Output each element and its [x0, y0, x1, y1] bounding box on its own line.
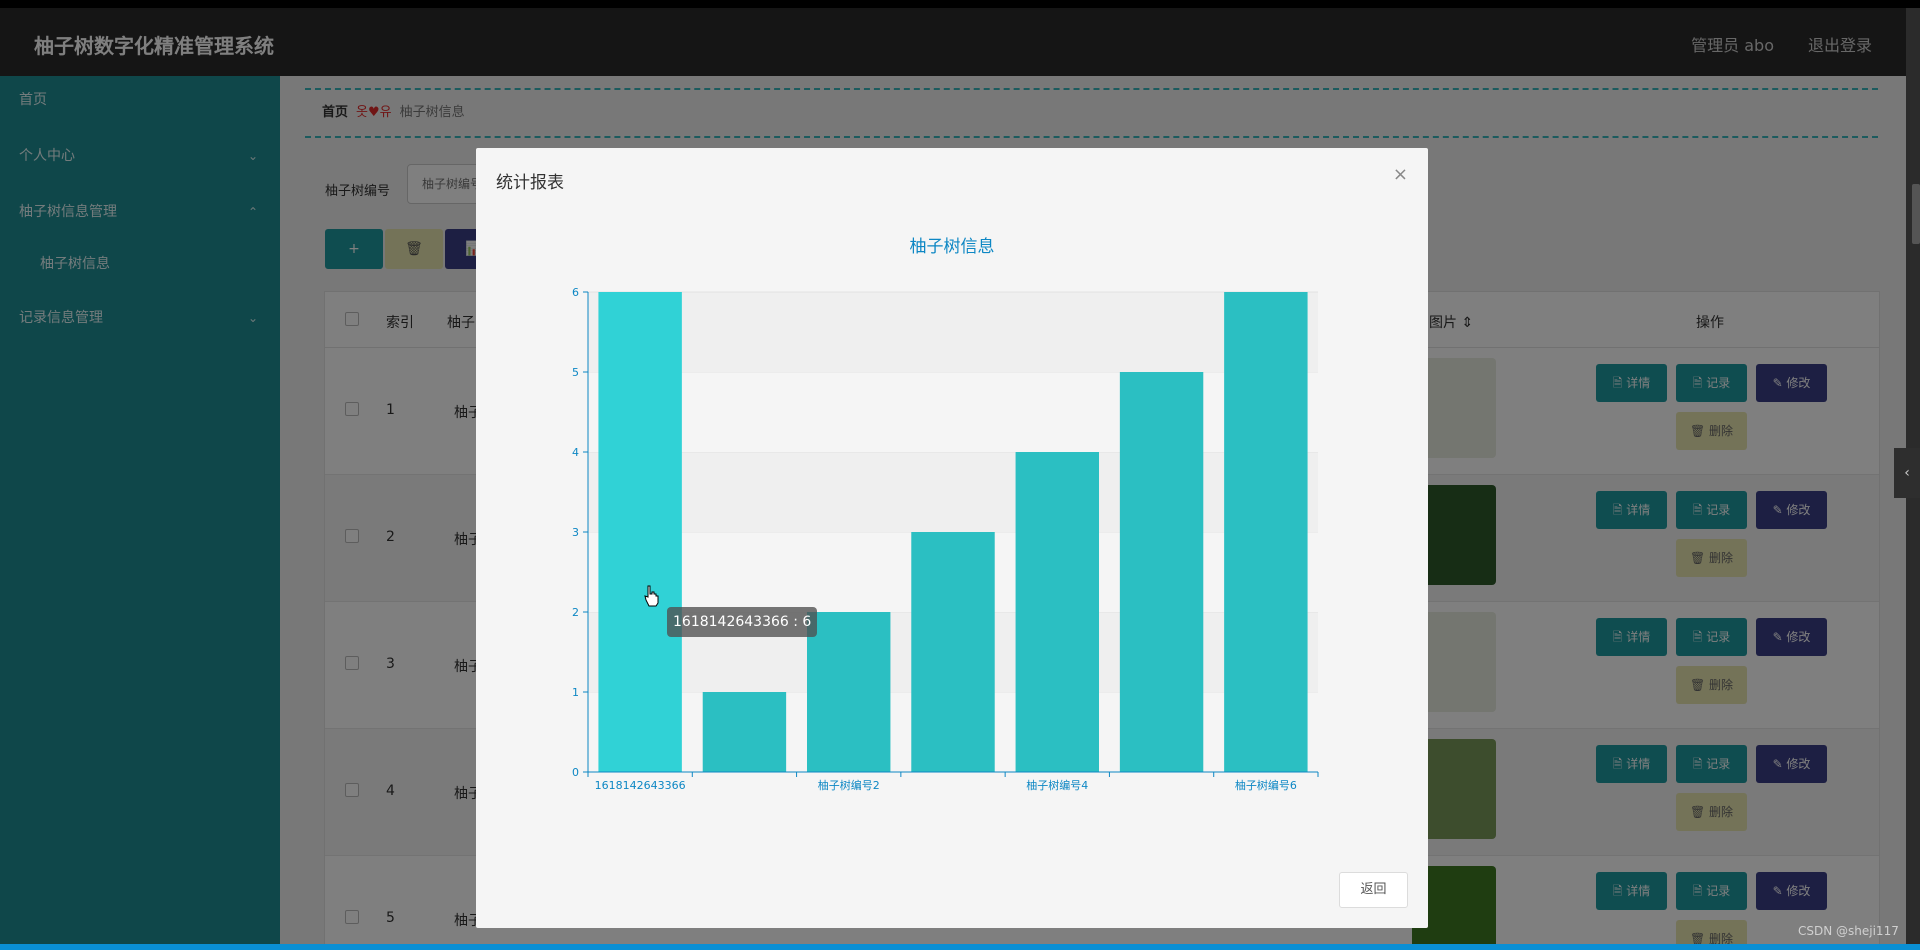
y-tick-label: 0 — [572, 766, 579, 779]
x-tick-label: 柚子树编号6 — [1235, 778, 1297, 792]
bar-chart: 0 1 2 3 4 5 6 1618142643366 柚子树编号2 柚子树编号4 柚子树编号6 — [572, 286, 1319, 792]
grid-band — [588, 292, 1318, 372]
chart-bar[interactable] — [1224, 292, 1308, 772]
y-tick-label: 4 — [572, 446, 579, 459]
chart-bar[interactable] — [1015, 452, 1099, 772]
chart-bar[interactable] — [911, 532, 995, 772]
modal-backdrop-header — [0, 8, 1906, 76]
chart-tooltip: 1618142643366 : 6 — [667, 607, 818, 637]
top-strip — [0, 0, 1920, 8]
y-tick-label: 6 — [572, 286, 579, 299]
grid-band — [588, 372, 1318, 452]
chart-bar[interactable] — [1119, 372, 1204, 772]
back-button[interactable]: 返回 — [1339, 872, 1408, 908]
watermark: CSDN @sheji117 — [1798, 924, 1899, 938]
modal-backdrop-sidebar — [0, 76, 280, 944]
chart-bar[interactable] — [598, 292, 682, 772]
chevron-left-icon: ‹ — [1904, 465, 1910, 481]
collapse-tab[interactable]: ‹ — [1894, 448, 1920, 498]
x-tick-label: 柚子树编号4 — [1026, 778, 1088, 792]
x-tick-label: 1618142643366 — [595, 779, 686, 792]
y-tick-label: 1 — [572, 686, 579, 699]
y-tick-label: 5 — [572, 366, 579, 379]
chart-bar[interactable] — [702, 692, 787, 772]
grid-band — [588, 452, 1318, 532]
stats-modal: 统计报表 × 柚子树信息 0 1 2 3 4 5 6 1618142643366 柚子树编号2 柚… — [476, 148, 1428, 928]
chart-bar[interactable] — [807, 612, 891, 772]
scrollbar-thumb[interactable] — [1912, 184, 1920, 244]
pointer-cursor-icon — [644, 585, 659, 607]
y-tick-label: 3 — [572, 526, 579, 539]
x-tick-label: 柚子树编号2 — [818, 778, 880, 792]
y-tick-label: 2 — [572, 606, 579, 619]
bottom-bar — [0, 944, 1920, 950]
